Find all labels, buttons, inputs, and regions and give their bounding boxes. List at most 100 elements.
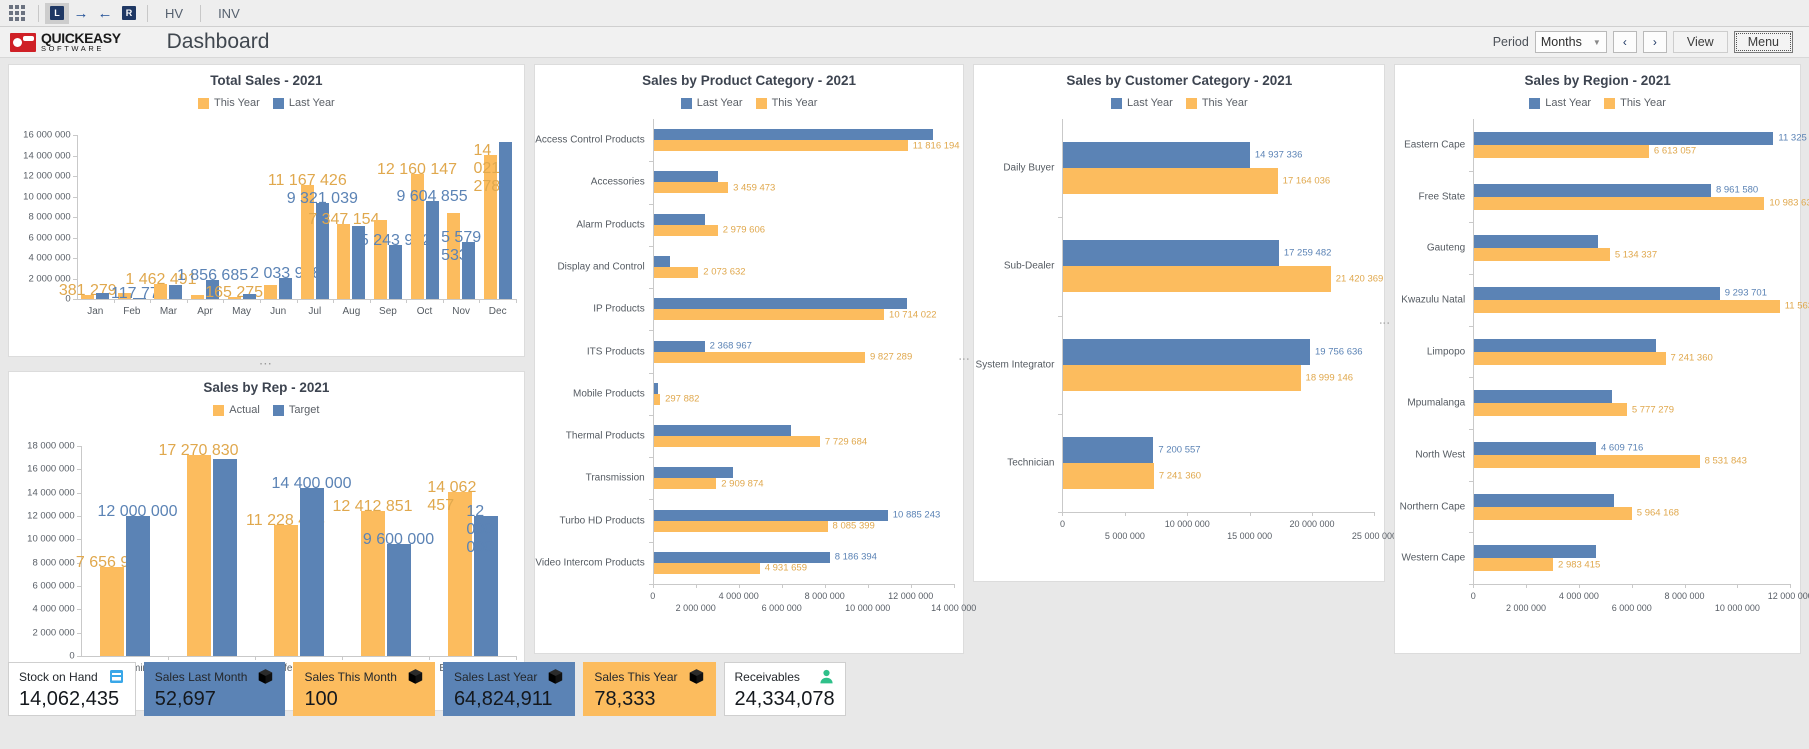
chart-bar[interactable]: [212, 458, 237, 656]
panel-menu-dots-customer[interactable]: ⋮: [1378, 318, 1391, 329]
chart-bar[interactable]: [1474, 493, 1615, 507]
left-panel-toggle-button[interactable]: L: [45, 2, 69, 24]
apps-grid-icon[interactable]: [6, 3, 28, 23]
chart-bar[interactable]: [169, 284, 183, 299]
legend-item-rg-this-year[interactable]: This Year: [1604, 97, 1666, 109]
chart-bar[interactable]: [1474, 351, 1666, 365]
chart-bar[interactable]: [653, 436, 820, 448]
chart-total-sales[interactable]: 02 000 000 4 000 000 6 000 000 8 000 000 10 …: [9, 113, 524, 323]
chart-customer-category[interactable]: 0 5 000 000 10 000 000 15 000 000 20 000 000…: [974, 113, 1397, 556]
legend-item-cc-last-year[interactable]: Last Year: [1110, 97, 1173, 109]
chart-bar[interactable]: [653, 520, 828, 532]
kpi-tile-sales-this-year[interactable]: Sales This Year 78,333: [583, 662, 716, 716]
chart-bar[interactable]: [1474, 441, 1596, 455]
chart-bar[interactable]: [653, 129, 934, 141]
chart-sales-by-rep[interactable]: 0 2 000 000 4 000 000 6 000 000 8 000 000 10 …: [9, 420, 524, 682]
chart-bar[interactable]: [653, 255, 671, 267]
kpi-tile-sales-this-month[interactable]: Sales This Month 100: [293, 662, 435, 716]
legend-item-pc-this-year[interactable]: This Year: [755, 97, 817, 109]
chart-bar[interactable]: [1474, 390, 1612, 404]
next-period-button[interactable]: ›: [1642, 31, 1667, 53]
chart-bar[interactable]: [1063, 436, 1154, 463]
chart-bar[interactable]: [299, 488, 324, 656]
chart-bar[interactable]: [653, 340, 705, 352]
chart-bar[interactable]: [1474, 558, 1554, 572]
chart-bar[interactable]: [653, 562, 760, 574]
chart-bar[interactable]: [653, 509, 888, 521]
legend-item-target[interactable]: Target: [272, 404, 319, 416]
kpi-tile-sales-last-year[interactable]: Sales Last Year 64,824,911: [442, 662, 576, 716]
chart-bar[interactable]: [1063, 168, 1278, 195]
chart-bar[interactable]: [1063, 364, 1301, 391]
menu-button[interactable]: Menu: [1733, 31, 1793, 53]
chart-bar[interactable]: [653, 309, 885, 321]
chart-bar[interactable]: [1474, 286, 1720, 300]
chart-bar[interactable]: [1474, 248, 1610, 262]
chart-bar[interactable]: [425, 200, 439, 299]
chart-bar[interactable]: [653, 298, 908, 310]
chart-bar[interactable]: [653, 425, 792, 437]
view-button[interactable]: View: [1672, 31, 1728, 53]
chart-bar[interactable]: [1474, 506, 1632, 520]
legend-item-this-year[interactable]: This Year: [197, 97, 260, 109]
chart-bar[interactable]: [653, 224, 718, 236]
legend-item-last-year[interactable]: Last Year: [272, 97, 335, 109]
chart-bar[interactable]: [1063, 240, 1279, 267]
chart-bar[interactable]: [273, 525, 298, 656]
chart-bar[interactable]: [1063, 266, 1331, 293]
chart-bar[interactable]: [1063, 338, 1311, 365]
chart-bar[interactable]: [186, 454, 211, 656]
chart-bar[interactable]: [1474, 299, 1780, 313]
legend-item-cc-this-year[interactable]: This Year: [1185, 97, 1248, 109]
kpi-tile-sales-last-month[interactable]: Sales Last Month 52,697: [143, 662, 286, 716]
chart-bar[interactable]: [1474, 144, 1649, 158]
panel-menu-dots-product[interactable]: ⋮: [957, 354, 970, 365]
forward-arrow-button[interactable]: →: [69, 3, 93, 24]
chart-bar[interactable]: [242, 293, 256, 299]
kpi-tile-receivables[interactable]: Receivables 24,334,078: [723, 662, 846, 716]
chart-region[interactable]: 0 2 000 000 4 000 000 6 000 000 8 000 000 10 …: [1395, 113, 1809, 628]
chart-bar[interactable]: [653, 266, 699, 278]
chart-product-category[interactable]: 02 000 000 4 000 000 6 000 000 8 000 000 10 …: [535, 113, 976, 628]
chart-bar[interactable]: [653, 351, 865, 363]
chart-bar[interactable]: [1063, 462, 1154, 489]
period-select[interactable]: Months ▼: [1534, 31, 1607, 53]
legend-item-pc-last-year[interactable]: Last Year: [680, 97, 743, 109]
chart-bar[interactable]: [1474, 545, 1596, 559]
chart-bar[interactable]: [1474, 196, 1765, 210]
chart-bar[interactable]: [653, 182, 729, 194]
prev-period-button[interactable]: ‹: [1612, 31, 1637, 53]
chart-bar[interactable]: [653, 467, 734, 479]
chart-bar[interactable]: [1474, 183, 1711, 197]
panel-drag-handle-left[interactable]: ⋯: [8, 356, 525, 371]
tab-inv[interactable]: INV: [207, 6, 251, 21]
back-arrow-button[interactable]: ←: [93, 3, 117, 24]
chart-bar[interactable]: [337, 223, 351, 299]
chart-bar[interactable]: [498, 142, 512, 299]
right-panel-toggle-button[interactable]: R: [117, 3, 141, 24]
chart-bar[interactable]: [96, 293, 110, 299]
chart-bar[interactable]: [1063, 142, 1250, 169]
chart-bar[interactable]: [191, 295, 205, 299]
chart-bar[interactable]: [1474, 235, 1599, 249]
chart-bar[interactable]: [1474, 338, 1657, 352]
kpi-tile-stock-on-hand[interactable]: Stock on Hand 14,062,435: [8, 662, 136, 716]
chart-bar[interactable]: [653, 213, 706, 225]
chart-bar[interactable]: [386, 544, 411, 656]
chart-bar[interactable]: [99, 566, 124, 656]
legend-item-rg-last-year[interactable]: Last Year: [1529, 97, 1591, 109]
chart-bar[interactable]: [653, 140, 908, 152]
chart-bar[interactable]: [264, 284, 278, 299]
chart-bar[interactable]: [653, 393, 661, 405]
legend-item-actual[interactable]: Actual: [213, 404, 260, 416]
chart-bar[interactable]: [125, 516, 150, 656]
chart-bar[interactable]: [1474, 454, 1700, 468]
chart-bar[interactable]: [653, 478, 717, 490]
tab-hv[interactable]: HV: [154, 6, 194, 21]
chart-bar[interactable]: [388, 245, 402, 299]
chart-bar[interactable]: [653, 382, 658, 394]
chart-bar[interactable]: [1474, 403, 1627, 417]
chart-bar[interactable]: [653, 551, 830, 563]
chart-bar[interactable]: [653, 171, 719, 183]
chart-bar[interactable]: [1474, 131, 1774, 145]
